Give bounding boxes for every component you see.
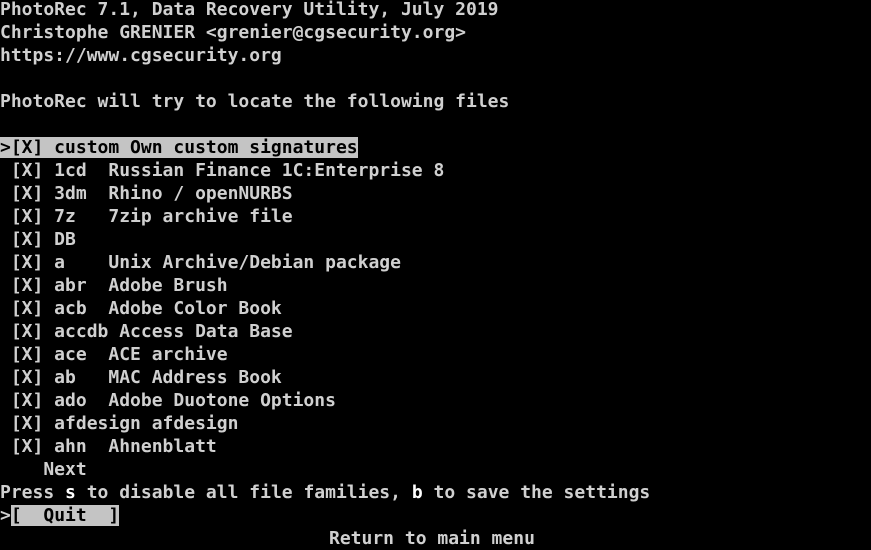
help-middle: to disable all file families,: [75, 482, 412, 503]
file-list-item[interactable]: [X] abr Adobe Brush: [0, 274, 228, 297]
file-list-item[interactable]: [X] a Unix Archive/Debian package: [0, 251, 401, 274]
quit-button[interactable]: [ Quit ]: [10, 505, 120, 526]
quit-menu-row: >[ Quit ]: [0, 504, 120, 527]
file-list-item[interactable]: [X] accdb Access Data Base: [0, 320, 293, 343]
website-url: https://www.cgsecurity.org: [0, 45, 282, 66]
file-list-item[interactable]: [X] ab MAC Address Book: [0, 366, 282, 389]
file-list-item[interactable]: [X] 1cd Russian Finance 1C:Enterprise 8: [0, 159, 445, 182]
file-list-item[interactable]: [X] afdesign afdesign: [0, 412, 239, 435]
app-title: PhotoRec 7.1, Data Recovery Utility, Jul…: [0, 0, 499, 20]
help-text: Press s to disable all file families, b …: [0, 481, 650, 504]
file-list-item[interactable]: [X] acb Adobe Color Book: [0, 297, 282, 320]
file-list-item[interactable]: [X] 7z 7zip archive file: [0, 205, 293, 228]
file-list-item-selected[interactable]: >[X] custom Own custom signatures: [0, 136, 358, 159]
help-suffix: to save the settings: [422, 482, 651, 503]
file-list-item[interactable]: [X] DB: [0, 228, 76, 251]
author-line: Christophe GRENIER <grenier@cgsecurity.o…: [0, 22, 466, 43]
quit-description: Return to main menu: [329, 528, 535, 549]
menu-cursor: >: [0, 505, 11, 526]
hotkey-s: s: [65, 482, 76, 503]
next-page-link[interactable]: Next: [0, 458, 86, 481]
selected-item-text: >[X] custom Own custom signatures: [0, 137, 358, 158]
intro-text: PhotoRec will try to locate the followin…: [0, 91, 510, 112]
hotkey-b: b: [411, 482, 423, 503]
file-list-item[interactable]: [X] ado Adobe Duotone Options: [0, 389, 336, 412]
file-list-item[interactable]: [X] ace ACE archive: [0, 343, 228, 366]
file-list-item[interactable]: [X] ahn Ahnenblatt: [0, 435, 217, 458]
help-prefix: Press: [0, 482, 66, 503]
file-list-item[interactable]: [X] 3dm Rhino / openNURBS: [0, 182, 293, 205]
